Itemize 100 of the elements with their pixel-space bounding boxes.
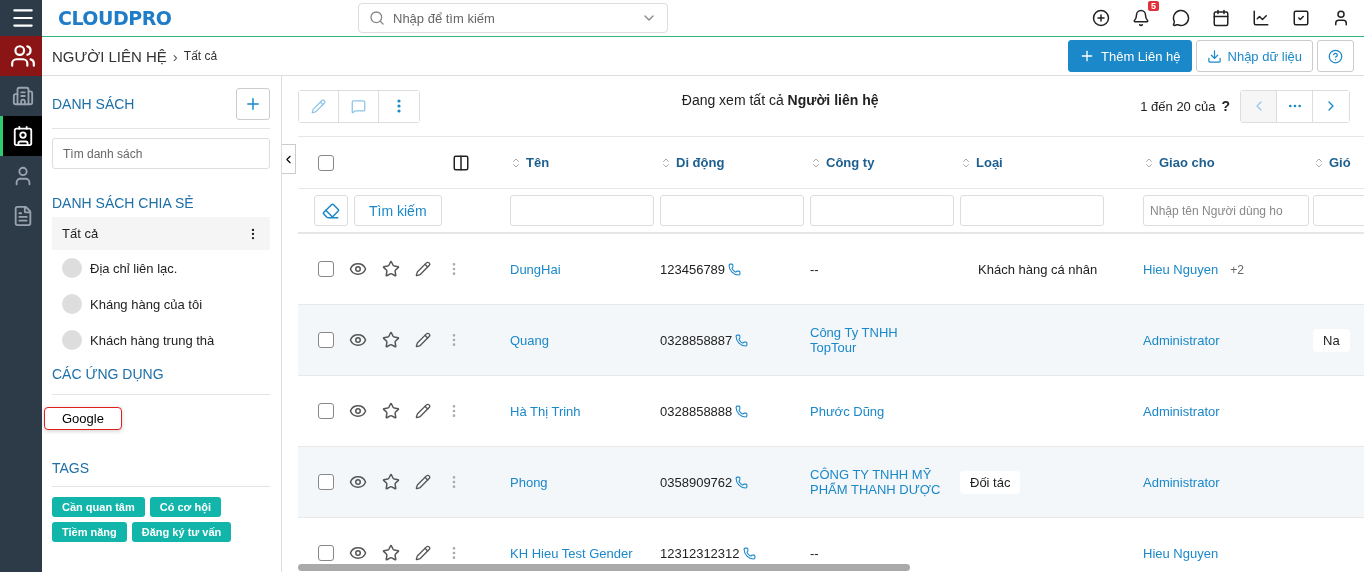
phone-icon[interactable] [735,333,749,347]
star-icon[interactable] [382,331,400,349]
filter-field[interactable] [960,195,1104,226]
phone-icon[interactable] [735,404,749,418]
task-icon[interactable] [1292,9,1310,27]
add-contact-button[interactable]: Thêm Liên hệ [1068,40,1192,72]
pencil-icon[interactable] [415,545,431,561]
assignee-link[interactable]: Hieu Nguyen [1143,545,1227,561]
columns-icon[interactable] [452,153,470,172]
star-icon[interactable] [382,260,400,278]
star-icon[interactable] [382,544,400,562]
pencil-icon[interactable] [415,332,431,348]
sort-icon [960,156,972,169]
kebab-icon [397,99,401,113]
add-icon[interactable] [1092,9,1110,27]
eye-icon[interactable] [349,473,367,491]
star-icon[interactable] [382,402,400,420]
avatar-icon [62,258,82,278]
notification-badge: 5 [1148,1,1159,11]
filter-field[interactable] [510,195,654,226]
shared-list-item[interactable]: Khách hàng trung thà [52,322,270,358]
column-header[interactable]: Di động [660,155,810,170]
tag[interactable]: Có cơ hội [149,497,221,517]
filter-field[interactable]: Nhập tên Người dùng ho [1143,195,1309,226]
total-count[interactable]: ? [1221,98,1230,114]
add-list-button[interactable] [236,88,270,120]
eye-icon[interactable] [349,260,367,278]
phone-icon[interactable] [728,262,742,276]
row-checkbox[interactable] [318,403,334,419]
column-header[interactable]: Công ty [810,155,960,170]
chat-icon[interactable] [1172,9,1190,27]
select-all-checkbox[interactable] [318,154,334,171]
people-icon[interactable] [9,43,36,69]
breadcrumb-current: Tất cả [183,49,218,63]
assignee-link[interactable]: Administrator [1143,332,1228,348]
contact-name-link[interactable]: Quang [510,332,650,348]
phone-number: 0358909762 [660,474,733,490]
column-header[interactable]: Tên [510,155,660,170]
row-checkbox[interactable] [318,332,334,348]
app-item[interactable]: Google [44,407,122,430]
eraser-icon [322,201,340,220]
filter-field[interactable] [660,195,804,226]
section-title: DANH SÁCH CHIA SẺ [52,195,194,211]
company-link[interactable]: Công Ty TNHH TopTour [810,325,950,355]
assignee-link[interactable]: Hieu Nguyen [1143,261,1227,277]
rail-item[interactable] [0,116,42,156]
section-title: CÁC ỨNG DỤNG [52,366,164,382]
bell-icon[interactable] [1132,9,1150,27]
rail-item[interactable] [0,36,42,76]
company-link[interactable]: Phước Dũng [810,403,950,419]
help-icon [1328,48,1343,64]
search-field[interactable]: Nhập để tìm kiếm [358,3,668,33]
contact-name-link[interactable]: Hà Thị Trinh [510,403,650,419]
eye-icon[interactable] [349,331,367,349]
star-icon[interactable] [382,473,400,491]
shared-list-item[interactable]: Kháng hàng của tôi [52,286,270,322]
logo: CLOUDPRO [58,7,172,29]
row-checkbox[interactable] [318,474,334,490]
pencil-icon[interactable] [415,403,431,419]
tag[interactable]: Tiềm năng [52,522,127,542]
list-search-field[interactable]: Tìm danh sách [52,138,270,169]
column-header[interactable]: Giao cho [1143,155,1313,170]
contact-name-link[interactable]: DungHai [510,261,650,277]
company-link[interactable]: CÔNG TY TNHH MỸ PHẨM THANH DƯỢC [810,467,950,497]
user-icon[interactable] [1332,9,1350,27]
eye-icon[interactable] [349,544,367,562]
building-icon[interactable] [11,85,34,107]
calendar-icon[interactable] [1212,9,1230,27]
scrollbar-thumb[interactable] [298,564,910,571]
row-checkbox[interactable] [318,545,334,561]
tag[interactable]: Cần quan tâm [52,497,145,517]
search-button[interactable]: Tìm kiếm [354,195,442,226]
breadcrumb-separator: › [172,47,178,65]
row-checkbox[interactable] [318,261,334,277]
column-header[interactable]: Gió [1313,155,1364,170]
contact-name-link[interactable]: KH Hieu Test Gender [510,545,650,561]
column-header[interactable]: Loại [960,155,1143,170]
shared-list-item[interactable]: Địa chỉ liên lạc. [52,250,270,286]
help-button[interactable] [1317,40,1354,72]
pencil-icon[interactable] [415,261,431,277]
pencil-icon[interactable] [415,474,431,490]
filter-field[interactable] [810,195,954,226]
phone-icon[interactable] [742,546,756,560]
breadcrumb-module[interactable]: NGƯỜI LIÊN HỆ [52,47,167,65]
chart-icon[interactable] [1252,9,1270,27]
tag[interactable]: Đăng ký tư vấn [131,522,232,542]
more-assignees: +2 [1230,262,1244,277]
phone-icon[interactable] [735,475,749,489]
shared-list-item[interactable]: Tất cả [52,217,270,250]
contact-name-link[interactable]: Phong [510,474,650,490]
assignee-link[interactable]: Administrator [1143,474,1228,490]
comment-icon [351,98,366,114]
import-button[interactable]: Nhập dữ liệu [1195,40,1313,72]
eye-icon[interactable] [349,402,367,420]
clear-filter-button[interactable] [314,195,348,226]
assignee-link[interactable]: Administrator [1143,403,1228,419]
contact-icon[interactable] [11,125,34,147]
sort-icon [1313,156,1325,169]
collapse-button[interactable] [282,144,296,174]
pagination-text: 1 đến 20 của [1140,98,1216,114]
